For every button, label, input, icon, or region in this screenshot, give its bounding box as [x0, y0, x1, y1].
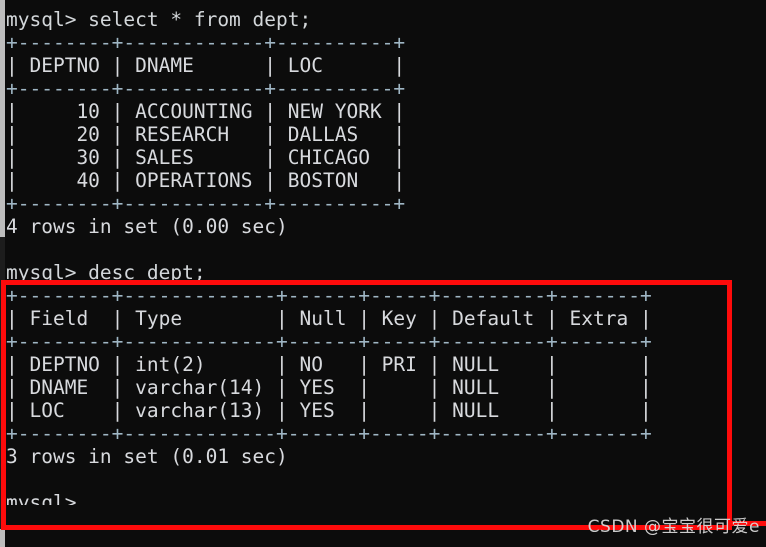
command-line-next-prompt[interactable]: mysql> [6, 491, 762, 505]
status-line-desc: 3 rows in set (0.01 sec) [6, 445, 288, 468]
table1-rule-mid: +--------+------------+----------+ [6, 77, 406, 100]
table-row: | 20 | RESEARCH | DALLAS | [6, 123, 406, 146]
table2-rule-mid: +--------+-------------+------+-----+---… [6, 330, 652, 353]
command-line-desc[interactable]: mysql> desc dept; [6, 261, 762, 284]
table-row: | 40 | OPERATIONS | BOSTON | [6, 169, 406, 192]
console-output: mysql> select * from dept; +--------+---… [6, 8, 762, 505]
terminal-window[interactable]: mysql> select * from dept; +--------+---… [0, 0, 766, 547]
scrollbar-thumb[interactable] [0, 0, 5, 237]
table1-rule-bottom: +--------+------------+----------+ [6, 192, 406, 215]
command-line-select[interactable]: mysql> select * from dept; [6, 8, 762, 31]
table-row: | 30 | SALES | CHICAGO | [6, 146, 406, 169]
status-line-select: 4 rows in set (0.00 sec) [6, 215, 288, 238]
table-row: | DEPTNO | int(2) | NO | PRI | NULL | | [6, 353, 652, 376]
vertical-scrollbar[interactable] [0, 0, 5, 547]
table-row: | LOC | varchar(13) | YES | | NULL | | [6, 399, 652, 422]
table2-header-row: | Field | Type | Null | Key | Default | … [6, 307, 652, 330]
table1-header-row: | DEPTNO | DNAME | LOC | [6, 54, 406, 77]
scrollbar-thumb-lower[interactable] [0, 529, 5, 547]
table-row: | DNAME | varchar(14) | YES | | NULL | | [6, 376, 652, 399]
table1-rule-top: +--------+------------+----------+ [6, 31, 406, 54]
csdn-watermark: CSDN @宝宝很可爱e [587, 517, 760, 537]
table2-rule-bottom: +--------+-------------+------+-----+---… [6, 422, 652, 445]
table-row: | 10 | ACCOUNTING | NEW YORK | [6, 100, 406, 123]
table2-rule-top: +--------+-------------+------+-----+---… [6, 284, 652, 307]
